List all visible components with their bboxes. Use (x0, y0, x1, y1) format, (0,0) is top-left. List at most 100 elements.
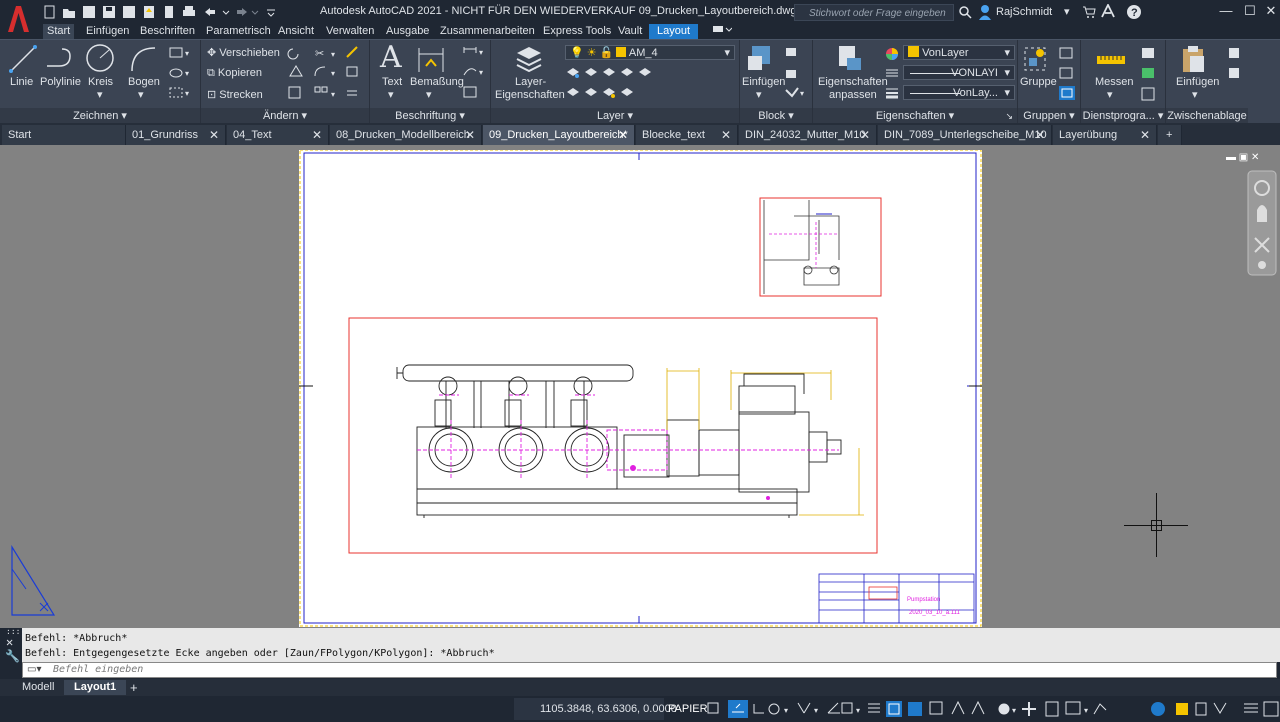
customize-icon[interactable]: 🔧 (0, 648, 22, 664)
user-dropdown-icon[interactable]: ▾ (1064, 5, 1070, 18)
color-wheel-icon[interactable] (885, 47, 899, 61)
close-tab-icon[interactable]: ✕ (465, 125, 475, 145)
arc-dropdown-icon[interactable]: ▾ (138, 88, 144, 101)
dimension-icon[interactable] (416, 46, 446, 74)
doc-tab-start[interactable]: Start (2, 125, 126, 145)
copy-button[interactable]: ⧉ Kopieren (207, 67, 262, 80)
panel-title-layer[interactable]: Layer ▾ (491, 108, 739, 124)
tab-verwalten[interactable]: Verwalten (326, 24, 374, 39)
close-tab-icon[interactable]: ✕ (721, 125, 731, 145)
viewport-window-controls[interactable]: ▬ ▣ ✕ (1226, 152, 1259, 163)
upload-icon[interactable] (142, 5, 156, 19)
panel-title-zeichnen[interactable]: Zeichnen ▾ (0, 108, 200, 124)
panel-title-eigenschaften[interactable]: Eigenschaften ▾ ↘ (813, 108, 1017, 124)
close-tab-icon[interactable]: ✕ (312, 125, 322, 145)
tab-zusammenarbeiten[interactable]: Zusammenarbeiten (440, 24, 535, 39)
tab-parametrisch[interactable]: Parametrisch (206, 24, 271, 39)
tab-start[interactable]: Start (43, 24, 75, 39)
print-icon[interactable] (182, 5, 196, 19)
search-icon[interactable] (958, 5, 972, 22)
add-layout-button[interactable]: + (130, 680, 138, 695)
drawing-sheet[interactable]: Pumpstation 2020_03_10_a.111 (299, 150, 982, 627)
minimize-icon[interactable]: — (1214, 3, 1238, 21)
block-insert-icon[interactable] (746, 44, 776, 74)
doc-tab-din-7089[interactable]: DIN_7089_Unterlegscheibe_M10 ✕ (878, 125, 1052, 145)
panel-launcher-icon[interactable]: ↘ (1005, 108, 1013, 124)
panel-title-gruppen[interactable]: Gruppen ▾ (1018, 108, 1080, 124)
close-tab-icon[interactable]: ✕ (860, 125, 870, 145)
circle-dropdown-icon[interactable]: ▾ (97, 88, 103, 101)
arc-label[interactable]: Bogen (128, 76, 160, 88)
tab-layout1[interactable]: Layout1 (64, 680, 127, 695)
text-dropdown-icon[interactable]: ▾ (388, 88, 394, 101)
new-tab-button[interactable]: + (1158, 125, 1182, 145)
new-icon[interactable] (42, 5, 56, 19)
block-insert-label[interactable]: Einfügen (742, 76, 785, 88)
stretch-button[interactable]: ⊡ Strecken (207, 88, 263, 101)
layer-dropdown[interactable]: 💡 ☀ 🔓 AM_4 ▾ (565, 45, 735, 60)
panel-title-dienstprogramme[interactable]: Dienstprogra... ▾ (1081, 108, 1165, 124)
linetype-dropdown[interactable]: VONLAYI ▾ (903, 65, 1015, 80)
draw-tools-icons[interactable]: ▾ ▾ ▾ (168, 46, 194, 106)
layer-properties-label-2[interactable]: Eigenschaften (495, 89, 565, 101)
tab-vault[interactable]: Vault (618, 24, 642, 39)
save-icon[interactable] (102, 5, 116, 19)
undo-icon[interactable] (203, 5, 233, 19)
line-label[interactable]: Linie (10, 76, 33, 88)
tab-model[interactable]: Modell (12, 680, 64, 695)
doc-tab-09-drucken-layoutbereich[interactable]: 09_Drucken_Layoutbereich* ✕ (483, 125, 635, 145)
close-tab-icon[interactable]: ✕ (209, 125, 219, 145)
save-as-icon[interactable] (122, 5, 136, 19)
panel-title-aendern[interactable]: Ändern ▾ (201, 108, 369, 124)
move-button[interactable]: ✥ Verschieben (207, 46, 280, 59)
tab-einfuegen[interactable]: Einfügen (86, 24, 129, 39)
paper-space-toggle[interactable]: PAPIER (668, 703, 708, 715)
arc-icon[interactable] (128, 44, 158, 74)
layer-properties-icon[interactable] (513, 43, 543, 73)
ribbon-minimize-icon[interactable] (712, 24, 733, 39)
save-web-icon[interactable] (82, 5, 96, 19)
dimension-dropdown-icon[interactable]: ▾ (426, 88, 432, 101)
polyline-label[interactable]: Polylinie (40, 76, 81, 88)
group-tools-icons[interactable] (1058, 46, 1078, 104)
panel-title-zwischenablage[interactable]: Zwischenablage (1166, 108, 1248, 124)
open-icon[interactable] (62, 5, 76, 19)
measure-icon[interactable] (1095, 50, 1127, 70)
match-properties-label-2[interactable]: anpassen (829, 89, 877, 101)
tab-layout[interactable]: Layout (649, 24, 699, 39)
block-tools-icons[interactable]: ▾ (784, 46, 808, 104)
measure-label[interactable]: Messen (1095, 76, 1134, 88)
panel-title-beschriftung[interactable]: Beschriftung ▾ (370, 108, 490, 124)
close-tab-icon[interactable]: ✕ (618, 125, 628, 145)
doc-tab-01-grundriss[interactable]: 01_Grundriss ✕ (126, 125, 226, 145)
paste-label[interactable]: Einfügen (1176, 76, 1219, 88)
panel-title-block[interactable]: Block ▾ (740, 108, 812, 124)
search-input[interactable]: Stichwort oder Frage eingeben (794, 4, 954, 21)
block-insert-dropdown-icon[interactable]: ▾ (756, 88, 762, 101)
linetype-icon[interactable] (885, 67, 899, 79)
paste-dropdown-icon[interactable]: ▾ (1192, 88, 1198, 101)
tab-beschriften[interactable]: Beschriften (140, 24, 195, 39)
modify-tools-icons[interactable]: ✂ ▾ ▾ ▾ (287, 45, 365, 105)
command-line-handle[interactable]: :::: ✕ 🔧 (0, 628, 25, 678)
match-properties-icon[interactable] (835, 44, 865, 74)
cart-icon[interactable] (1082, 5, 1096, 22)
group-icon[interactable] (1022, 44, 1050, 74)
doc-tab-bloecke-text[interactable]: Bloecke_text ✕ (636, 125, 738, 145)
autodesk-a360-icon[interactable] (1100, 2, 1116, 21)
line-icon[interactable] (8, 44, 38, 74)
circle-icon[interactable] (84, 42, 116, 74)
doc-tab-08-drucken-modellbereich[interactable]: 08_Drucken_Modellbereich ✕ (330, 125, 482, 145)
tab-ansicht[interactable]: Ansicht (278, 24, 314, 39)
measure-dropdown-icon[interactable]: ▾ (1107, 88, 1113, 101)
user-name[interactable]: RajSchmidt (996, 6, 1052, 18)
lineweight-dropdown[interactable]: VonLay... ▾ (903, 85, 1015, 100)
text-label[interactable]: Text (382, 76, 402, 88)
help-icon[interactable]: ? (1126, 4, 1142, 23)
doc-tab-din-24032[interactable]: DIN_24032_Mutter_M10 ✕ (739, 125, 877, 145)
doc-tab-04-text[interactable]: 04_Text ✕ (227, 125, 329, 145)
layer-tools-icons[interactable] (565, 64, 665, 106)
navigation-bar[interactable] (1247, 170, 1277, 276)
status-toggles[interactable]: ▾ ▾ ▾ ▾ ▾ (706, 698, 1280, 720)
group-label[interactable]: Gruppe (1020, 76, 1057, 88)
